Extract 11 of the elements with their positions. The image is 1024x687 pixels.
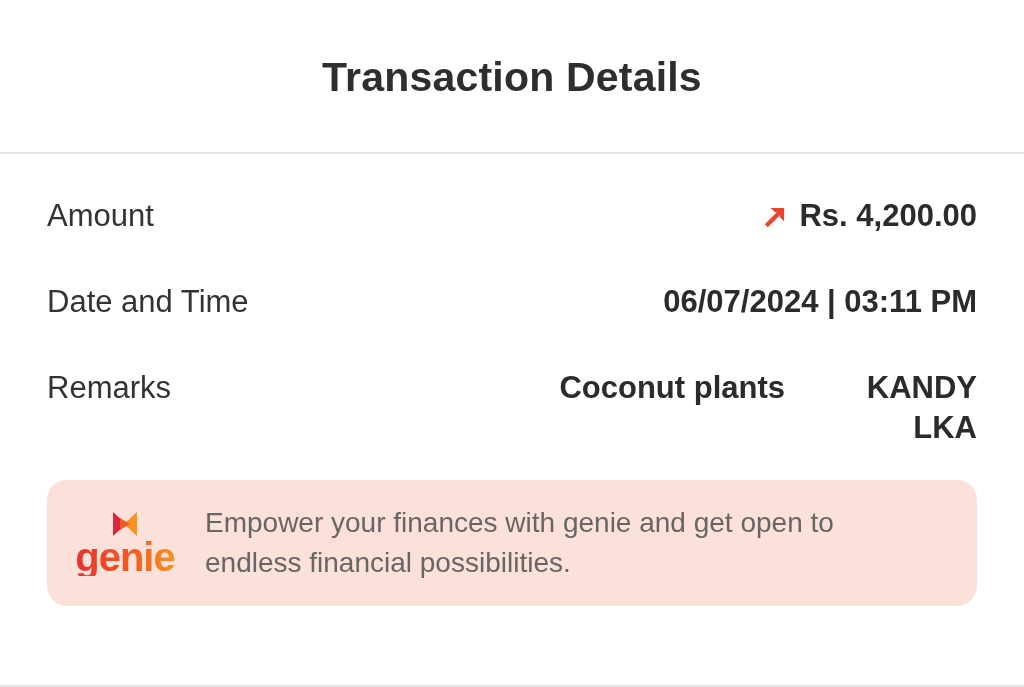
logo-text: genie: [75, 538, 175, 576]
detail-label: Remarks: [47, 369, 171, 407]
detail-label: Amount: [47, 197, 154, 235]
amount-value: Rs. 4,200.00: [799, 197, 977, 235]
remark-value: KANDY LKA: [865, 369, 977, 447]
remark-value: Coconut plants: [559, 369, 785, 407]
logo-icon: [111, 510, 139, 538]
promo-message: Empower your finances with genie and get open to endless financial possibilities.: [205, 506, 835, 580]
detail-label: Date and Time: [47, 283, 249, 321]
page-title: Transaction Details: [322, 53, 702, 101]
detail-value: 06/07/2024 | 03:11 PM: [663, 283, 977, 321]
